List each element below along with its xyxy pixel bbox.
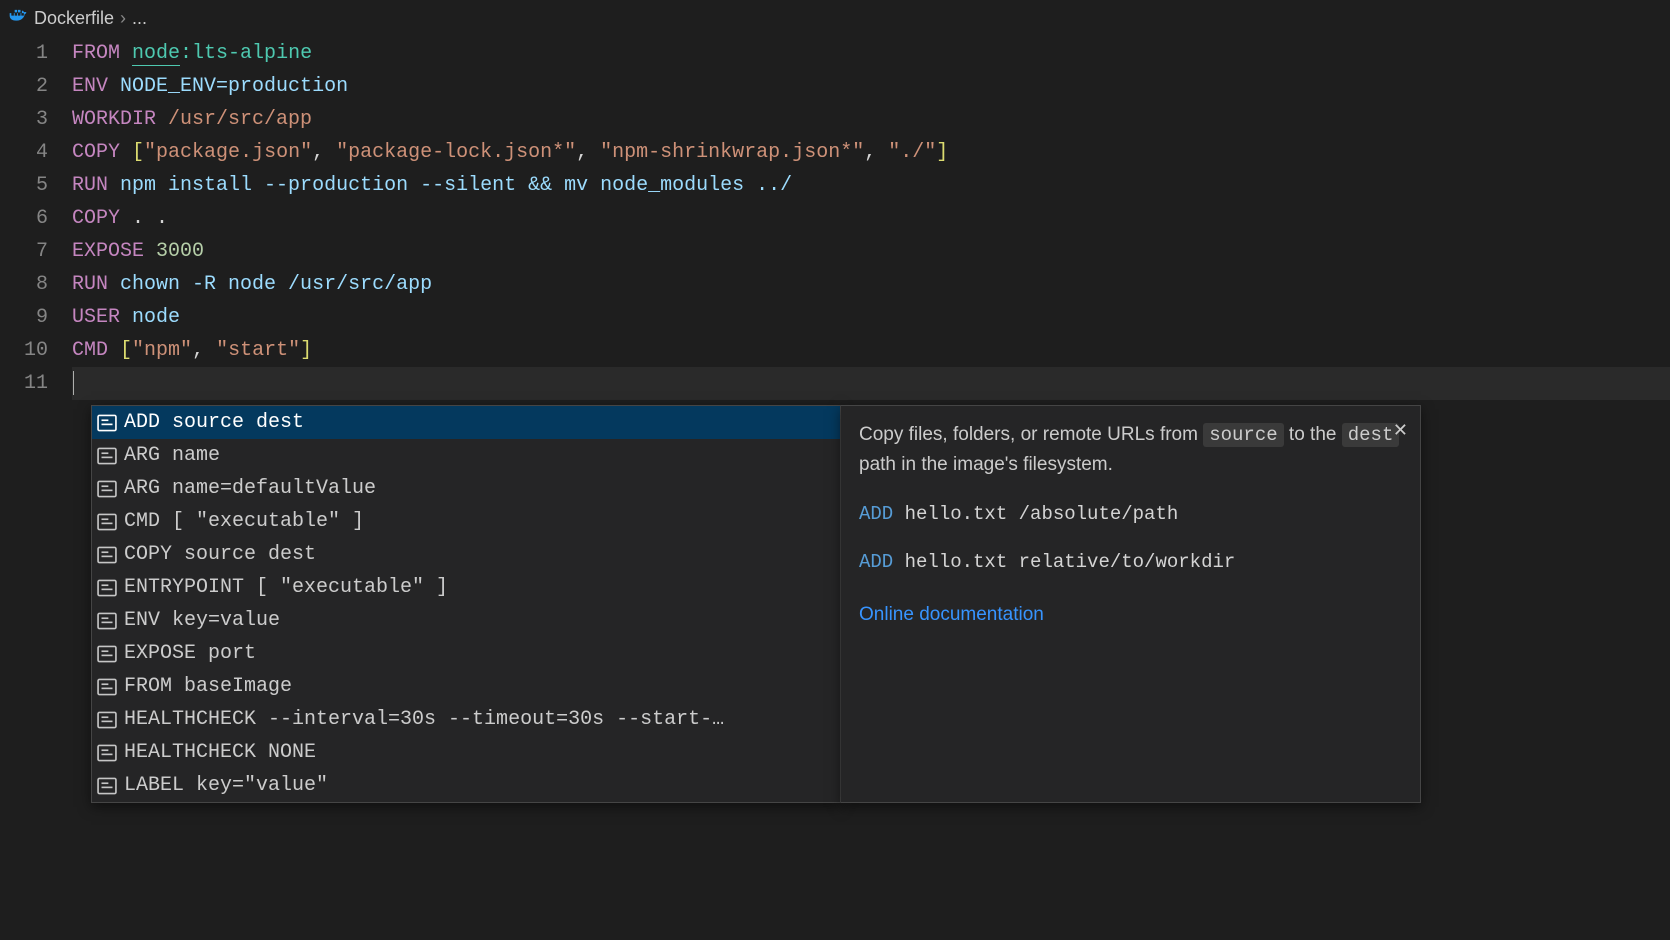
- code-line-current[interactable]: [72, 367, 1670, 400]
- text-cursor: [73, 371, 74, 395]
- suggestion-label: ADD source dest: [124, 407, 304, 439]
- suggestion-item[interactable]: ENV key=value: [92, 604, 840, 637]
- suggestion-example: ADD hello.txt /absolute/path: [859, 499, 1402, 529]
- suggestion-item[interactable]: COPY source dest: [92, 538, 840, 571]
- line-number: 10: [0, 334, 48, 367]
- code-line[interactable]: WORKDIR /usr/src/app: [72, 103, 1670, 136]
- suggestion-item[interactable]: LABEL key="value": [92, 769, 840, 802]
- suggestion-label: HEALTHCHECK NONE: [124, 737, 316, 769]
- suggestion-label: FROM baseImage: [124, 671, 292, 703]
- suggestion-item[interactable]: EXPOSE port: [92, 637, 840, 670]
- snippet-icon: [96, 709, 118, 731]
- code-line[interactable]: RUN chown -R node /usr/src/app: [72, 268, 1670, 301]
- suggestion-description: Copy files, folders, or remote URLs from…: [859, 420, 1402, 481]
- line-number: 9: [0, 301, 48, 334]
- line-number-gutter: 1 2 3 4 5 6 7 8 9 10 11: [0, 37, 72, 400]
- snippet-icon: [96, 511, 118, 533]
- intellisense-suggestions[interactable]: ADD source destARG nameARG name=defaultV…: [91, 405, 841, 803]
- line-number: 8: [0, 268, 48, 301]
- code-line[interactable]: COPY . .: [72, 202, 1670, 235]
- breadcrumb-rest[interactable]: ...: [132, 4, 147, 33]
- suggestion-item[interactable]: ADD source dest: [92, 406, 840, 439]
- snippet-icon: [96, 544, 118, 566]
- suggestion-example: ADD hello.txt relative/to/workdir: [859, 547, 1402, 577]
- snippet-icon: [96, 610, 118, 632]
- snippet-icon: [96, 445, 118, 467]
- code-line[interactable]: CMD ["npm", "start"]: [72, 334, 1670, 367]
- suggestion-item[interactable]: FROM baseImage: [92, 670, 840, 703]
- code-area[interactable]: FROM node:lts-alpine ENV NODE_ENV=produc…: [72, 37, 1670, 400]
- snippet-icon: [96, 742, 118, 764]
- snippet-icon: [96, 412, 118, 434]
- line-number: 7: [0, 235, 48, 268]
- code-line[interactable]: RUN npm install --production --silent &&…: [72, 169, 1670, 202]
- chevron-right-icon: ›: [120, 4, 126, 33]
- suggestion-item[interactable]: CMD [ "executable" ]: [92, 505, 840, 538]
- suggestion-label: COPY source dest: [124, 539, 316, 571]
- suggestion-item[interactable]: HEALTHCHECK NONE: [92, 736, 840, 769]
- suggestion-item[interactable]: ARG name=defaultValue: [92, 472, 840, 505]
- snippet-icon: [96, 676, 118, 698]
- line-number: 3: [0, 103, 48, 136]
- suggestion-label: ARG name: [124, 440, 220, 472]
- breadcrumb-file[interactable]: Dockerfile: [34, 4, 114, 33]
- code-line[interactable]: COPY ["package.json", "package-lock.json…: [72, 136, 1670, 169]
- breadcrumb[interactable]: Dockerfile › ...: [0, 0, 1670, 37]
- snippet-icon: [96, 478, 118, 500]
- line-number: 5: [0, 169, 48, 202]
- suggestion-label: EXPOSE port: [124, 638, 256, 670]
- editor[interactable]: 1 2 3 4 5 6 7 8 9 10 11 FROM node:lts-al…: [0, 37, 1670, 400]
- suggestion-label: ENV key=value: [124, 605, 280, 637]
- code-line[interactable]: FROM node:lts-alpine: [72, 37, 1670, 70]
- suggestion-label: ARG name=defaultValue: [124, 473, 376, 505]
- code-line[interactable]: EXPOSE 3000: [72, 235, 1670, 268]
- suggestion-label: ENTRYPOINT [ "executable" ]: [124, 572, 448, 604]
- snippet-icon: [96, 577, 118, 599]
- docker-icon: [8, 4, 28, 33]
- line-number: 4: [0, 136, 48, 169]
- online-documentation-link[interactable]: Online documentation: [859, 600, 1402, 630]
- line-number: 11: [0, 367, 48, 400]
- suggestion-item[interactable]: ENTRYPOINT [ "executable" ]: [92, 571, 840, 604]
- suggestion-label: HEALTHCHECK --interval=30s --timeout=30s…: [124, 704, 724, 736]
- line-number: 2: [0, 70, 48, 103]
- snippet-icon: [96, 643, 118, 665]
- line-number: 6: [0, 202, 48, 235]
- suggestion-item[interactable]: ARG name: [92, 439, 840, 472]
- suggestion-detail-panel: ✕ Copy files, folders, or remote URLs fr…: [841, 405, 1421, 803]
- suggestion-item[interactable]: HEALTHCHECK --interval=30s --timeout=30s…: [92, 703, 840, 736]
- suggestion-label: CMD [ "executable" ]: [124, 506, 364, 538]
- snippet-icon: [96, 775, 118, 797]
- line-number: 1: [0, 37, 48, 70]
- close-icon[interactable]: ✕: [1393, 416, 1408, 445]
- code-line[interactable]: USER node: [72, 301, 1670, 334]
- suggestion-label: LABEL key="value": [124, 770, 328, 802]
- code-line[interactable]: ENV NODE_ENV=production: [72, 70, 1670, 103]
